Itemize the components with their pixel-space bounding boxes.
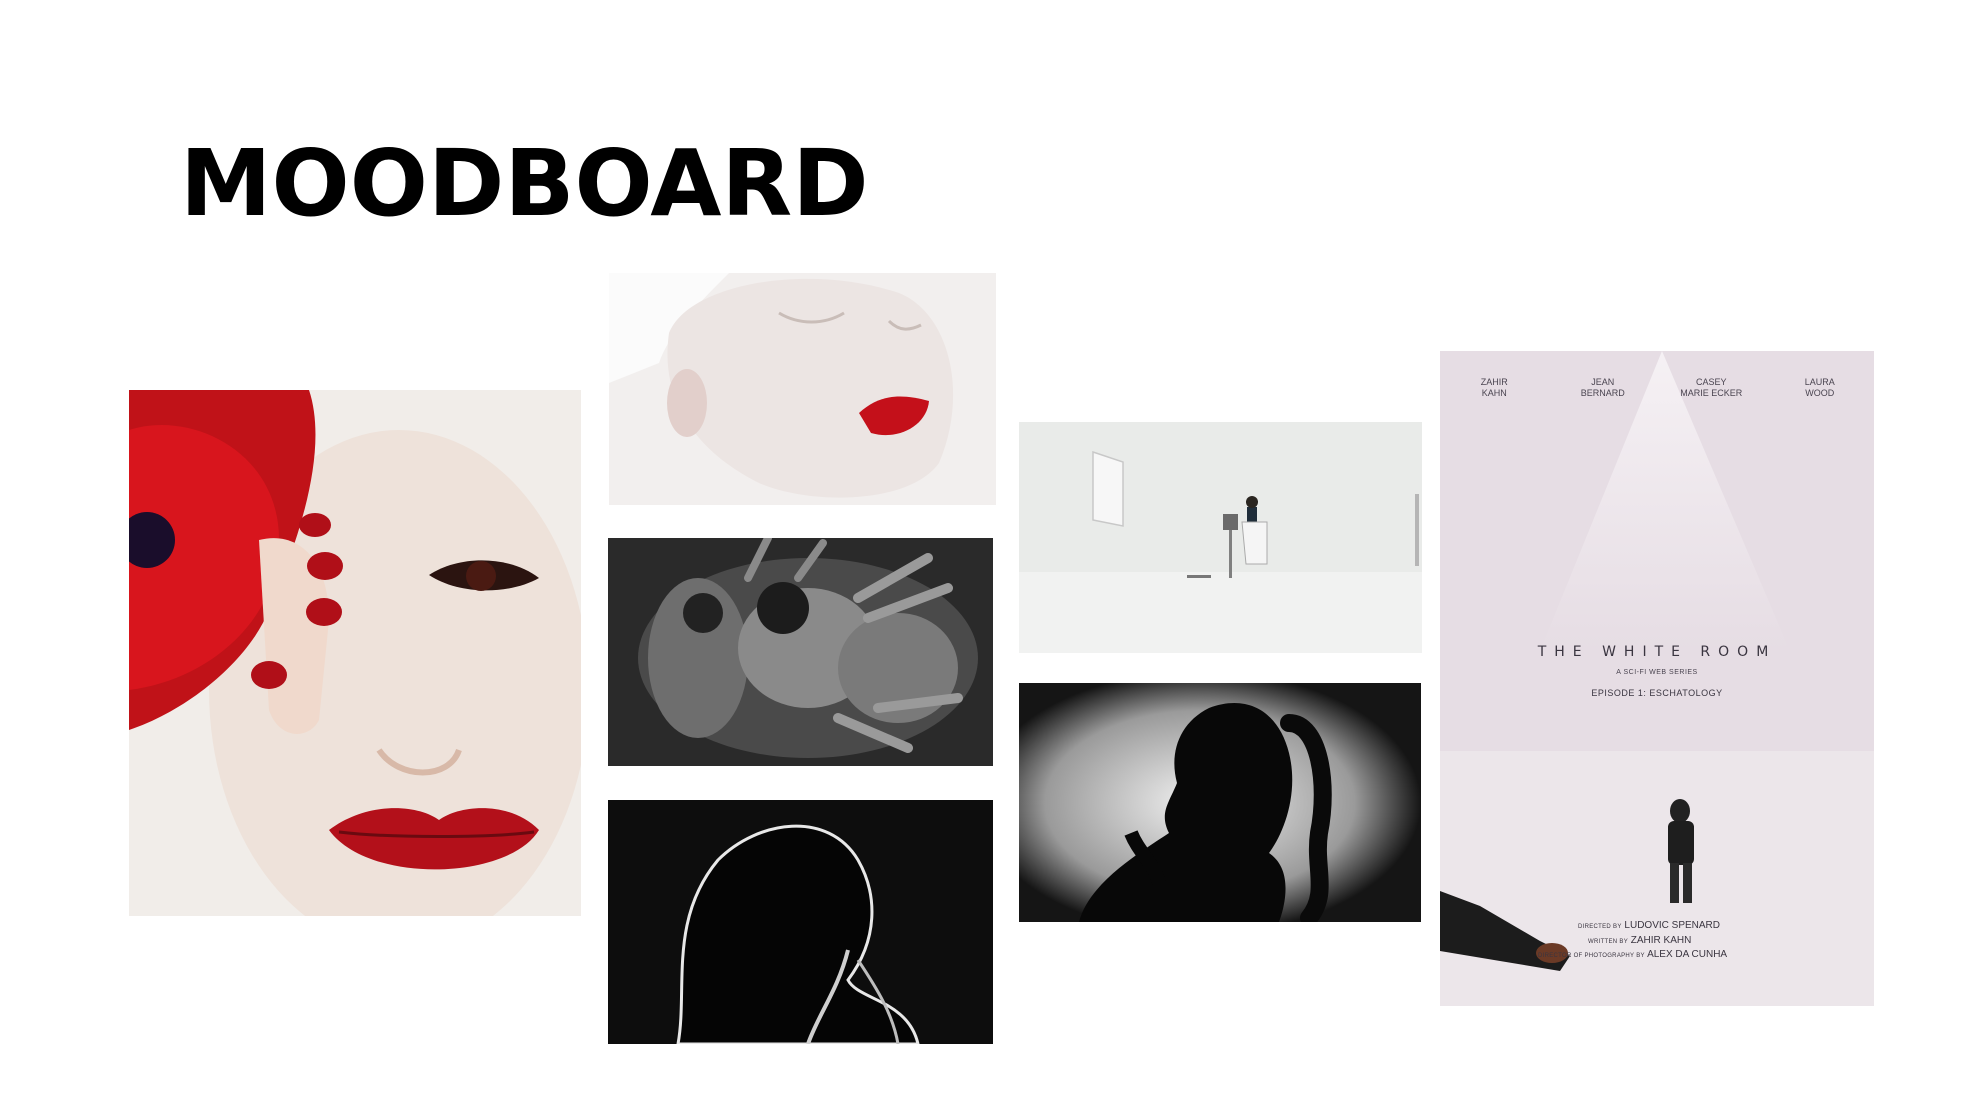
- poster-credit-role: DIRECTOR OF PHOTOGRAPHY BY: [1538, 953, 1645, 959]
- poster-cast-name: CASEY MARIE ECKER: [1680, 377, 1743, 399]
- poster-episode: EPISODE 1: ESCHATOLOGY: [1591, 688, 1723, 698]
- poster-credit-role: DIRECTED BY: [1578, 924, 1622, 930]
- poster-credit-line: DIRECTED BY LUDOVIC SPENARD: [1558, 919, 1798, 934]
- poster-credit-role: WRITTEN BY: [1588, 938, 1628, 945]
- poster-cast-name: JEAN BERNARD: [1580, 377, 1625, 399]
- poster-credit-line: WRITTEN BY ZAHIR KAHN: [1558, 934, 1798, 949]
- moodboard-poster-the-white-room: ZAHIR KAHN JEAN BERNARD CASEY MARIE ECKE…: [1440, 351, 1874, 1006]
- moodboard-image-white-room-chair: [1019, 422, 1422, 653]
- poster-credit-line: DIRECTOR OF PHOTOGRAPHY BY ALEX DA CUNHA: [1538, 948, 1798, 963]
- moodboard-image-red-flower-face: [129, 390, 581, 916]
- moodboard-image-silhouette-profile: [1019, 683, 1421, 922]
- poster-credit-name: LUDOVIC SPENARD: [1624, 920, 1720, 931]
- poster-subtitle: A SCI-FI WEB SERIES: [1616, 669, 1698, 676]
- poster-credits: DIRECTED BY LUDOVIC SPENARD WRITTEN BY Z…: [1538, 919, 1798, 963]
- poster-cast-name: ZAHIR KAHN: [1480, 377, 1508, 399]
- poster-credit-name: ZAHIR KAHN: [1630, 934, 1692, 946]
- poster-credit-name: ALEX DA CUNHA: [1647, 949, 1728, 960]
- poster-title: THE WHITE ROOM: [1537, 644, 1777, 660]
- poster-cast-list: ZAHIR KAHN JEAN BERNARD CASEY MARIE ECKE…: [1440, 377, 1874, 400]
- page-title: MOODBOARD: [180, 130, 869, 237]
- moodboard-image-white-face-red-lips: [609, 273, 996, 505]
- poster-cast-name: LAURA WOOD: [1804, 377, 1835, 399]
- moodboard-image-backlit-silhouette: [608, 800, 993, 1044]
- moodboard-image-crowd-hands: [608, 538, 993, 766]
